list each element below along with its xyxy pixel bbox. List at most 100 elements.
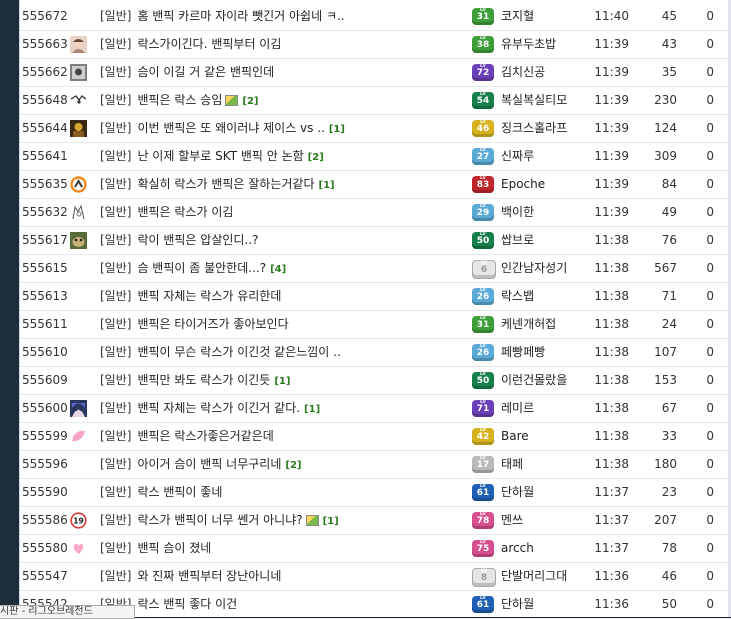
table-row[interactable]: 555617 [일반] 락이 밴픽은 압살인디..? 50 쌉브로11:38 76 0 bbox=[20, 227, 731, 255]
table-row[interactable]: 555580 [일반] 밴픽 슴이 졌네 75 arcch11:37 78 0 bbox=[20, 535, 731, 563]
author-name[interactable]: 코지혈 bbox=[501, 3, 601, 30]
post-title-cell[interactable]: [일반] 슴이 이길 거 같은 밴픽인데 bbox=[100, 59, 470, 86]
post-title-cell[interactable]: [일반] 확실히 락스가 밴픽은 잘하는거같다 [1] bbox=[100, 171, 470, 198]
post-title-cell[interactable]: [일반] 락스가이긴다. 밴픽부터 이김 bbox=[100, 31, 470, 58]
post-title-cell[interactable]: [일반] 홈 밴픽 카르마 자이라 뺏긴거 아쉽네 ㅋ.. bbox=[100, 3, 470, 30]
table-row[interactable]: 555641 [일반] 난 이제 할부로 SKT 밴픽 안 논함 [2] 27 신짜루11… bbox=[20, 143, 731, 171]
comment-count[interactable]: [2] bbox=[285, 460, 301, 471]
comment-count[interactable]: [1] bbox=[319, 180, 335, 191]
comment-count[interactable]: [1] bbox=[274, 376, 290, 387]
post-category[interactable]: [일반] bbox=[100, 9, 131, 23]
post-category[interactable]: [일반] bbox=[100, 373, 131, 387]
post-category[interactable]: [일반] bbox=[100, 401, 131, 415]
post-category[interactable]: [일반] bbox=[100, 345, 131, 359]
post-title-link[interactable]: 락스가이긴다. 밴픽부터 이김 bbox=[137, 37, 281, 51]
post-title-cell[interactable]: [일반] 이번 밴픽은 또 왜이러냐 제이스 vs .. [1] bbox=[100, 115, 470, 142]
table-row[interactable]: 555596 [일반] 아이거 슴이 밴픽 너무구리네 [2] 17 태페11:38 180… bbox=[20, 451, 731, 479]
post-title-link[interactable]: 확실히 락스가 밴픽은 잘하는거같다 bbox=[137, 177, 314, 191]
table-row[interactable]: 555611 [일반] 밴픽은 타이거즈가 좋아보인다 31 케넨개허접11:38 24 0 bbox=[20, 311, 731, 339]
author-name[interactable]: 이런건몰랐을 bbox=[501, 367, 601, 394]
comment-count[interactable]: [1] bbox=[329, 124, 345, 135]
post-title-cell[interactable]: [일반] 아이거 슴이 밴픽 너무구리네 [2] bbox=[100, 451, 470, 478]
post-title-link[interactable]: 밴픽은 타이거즈가 좋아보인다 bbox=[137, 317, 288, 331]
author-name[interactable]: 김치신공 bbox=[501, 59, 601, 86]
post-title-cell[interactable]: [일반] 밴픽은 타이거즈가 좋아보인다 bbox=[100, 311, 470, 338]
post-title-link[interactable]: 아이거 슴이 밴픽 너무구리네 bbox=[137, 457, 281, 471]
author-name[interactable]: 태페 bbox=[501, 451, 601, 478]
table-row[interactable]: 555547 [일반] 와 진짜 밴픽부터 장난아니네 8 단발머리그대11:36 46 0 bbox=[20, 563, 731, 591]
post-title-link[interactable]: 밴픽 슴이 졌네 bbox=[137, 541, 211, 555]
comment-count[interactable]: [2] bbox=[308, 152, 324, 163]
post-title-cell[interactable]: [일반] 락스가 밴픽이 너무 쎈거 아니냐? [1] bbox=[100, 507, 470, 534]
post-title-link[interactable]: 밴픽은 락스 승임 bbox=[137, 93, 222, 107]
post-title-link[interactable]: 난 이제 할부로 SKT 밴픽 안 논함 bbox=[137, 149, 303, 163]
post-title-link[interactable]: 홈 밴픽 카르마 자이라 뺏긴거 아쉽네 ㅋ.. bbox=[137, 9, 344, 23]
author-name[interactable]: 신짜루 bbox=[501, 143, 601, 170]
post-title-link[interactable]: 슴 밴픽이 좀 불안한데...? bbox=[137, 261, 266, 275]
post-title-link[interactable]: 슴이 이길 거 같은 밴픽인데 bbox=[137, 65, 274, 79]
author-name[interactable]: 락스뱁 bbox=[501, 283, 601, 310]
post-title-link[interactable]: 이번 밴픽은 또 왜이러냐 제이스 vs .. bbox=[137, 121, 324, 135]
post-title-cell[interactable]: [일반] 밴픽만 봐도 락스가 이긴듯 [1] bbox=[100, 367, 470, 394]
post-title-cell[interactable]: [일반] 밴픽 자체는 락스가 유리한데 bbox=[100, 283, 470, 310]
author-name[interactable]: 복실복실티모 bbox=[501, 87, 601, 114]
table-row[interactable]: 555663 [일반] 락스가이긴다. 밴픽부터 이김 38 유부두초밥11:39 43 0 bbox=[20, 31, 731, 59]
post-title-cell[interactable]: [일반] 밴픽이 무슨 락스가 이긴것 같은느낌이 .. bbox=[100, 339, 470, 366]
author-name[interactable]: 멘쓰 bbox=[501, 507, 601, 534]
author-name[interactable]: Epoche bbox=[501, 171, 601, 198]
post-category[interactable]: [일반] bbox=[100, 569, 131, 583]
author-name[interactable]: 레미르 bbox=[501, 395, 601, 422]
post-title-cell[interactable]: [일반] 와 진짜 밴픽부터 장난아니네 bbox=[100, 563, 470, 590]
author-name[interactable]: 유부두초밥 bbox=[501, 31, 601, 58]
post-title-link[interactable]: 락스가 밴픽이 너무 쎈거 아니냐? bbox=[137, 513, 302, 527]
comment-count[interactable]: [1] bbox=[323, 516, 339, 527]
table-row[interactable]: 555586 19 [일반] 락스가 밴픽이 너무 쎈거 아니냐? [1] 78 멘쓰11:… bbox=[20, 507, 731, 535]
table-row[interactable]: 555610[일반]밴픽이 무슨 락스가 이긴것 같은느낌이 ..26페빵페빵1… bbox=[20, 339, 731, 367]
comment-count[interactable]: [2] bbox=[242, 96, 258, 107]
post-category[interactable]: [일반] bbox=[100, 485, 131, 499]
table-row[interactable]: 555632 [일반] 밴픽은 락스가 이김 29 백이한11:39 49 0 bbox=[20, 199, 731, 227]
table-row[interactable]: 555599 [일반] 밴픽은 락스가좋은거같은데 42 Bare11:38 33 0 bbox=[20, 423, 731, 451]
post-title-link[interactable]: 밴픽만 봐도 락스가 이긴듯 bbox=[137, 373, 270, 387]
post-title-cell[interactable]: [일반] 난 이제 할부로 SKT 밴픽 안 논함 [2] bbox=[100, 143, 470, 170]
table-row[interactable]: 555590 [일반] 락스 밴픽이 좋네 61 단하월11:37 23 0 bbox=[20, 479, 731, 507]
author-name[interactable]: 징크스홀라프 bbox=[501, 115, 601, 142]
post-title-link[interactable]: 밴픽 자체는 락스가 이긴거 같다. bbox=[137, 401, 300, 415]
author-name[interactable]: arcch bbox=[501, 535, 601, 562]
table-row[interactable]: 555615 [일반] 슴 밴픽이 좀 불안한데...? [4] 6 인간남자성기11:3… bbox=[20, 255, 731, 283]
author-name[interactable]: 인간남자성기 bbox=[501, 255, 601, 282]
table-row[interactable]: 555609 [일반] 밴픽만 봐도 락스가 이긴듯 [1] 50 이런건몰랐을11:38… bbox=[20, 367, 731, 395]
post-title-cell[interactable]: [일반] 밴픽 슴이 졌네 bbox=[100, 535, 470, 562]
post-title-link[interactable]: 밴픽은 락스가 이김 bbox=[137, 205, 233, 219]
post-category[interactable]: [일반] bbox=[100, 121, 131, 135]
post-category[interactable]: [일반] bbox=[100, 65, 131, 79]
post-category[interactable]: [일반] bbox=[100, 541, 131, 555]
post-title-cell[interactable]: [일반] 밴픽은 락스가 이김 bbox=[100, 199, 470, 226]
post-category[interactable]: [일반] bbox=[100, 177, 131, 191]
comment-count[interactable]: [1] bbox=[304, 404, 320, 415]
table-row[interactable]: 555672 [일반] 홈 밴픽 카르마 자이라 뺏긴거 아쉽네 ㅋ.. 31 코지혈1… bbox=[20, 3, 731, 31]
post-title-cell[interactable]: [일반] 락스 밴픽 좋다 이건 bbox=[100, 591, 470, 618]
comment-count[interactable]: [4] bbox=[270, 264, 286, 275]
post-category[interactable]: [일반] bbox=[100, 93, 131, 107]
table-row[interactable]: 555600 [일반] 밴픽 자체는 락스가 이긴거 같다. [1] 71 레미르11:3… bbox=[20, 395, 731, 423]
post-title-link[interactable]: 밴픽은 락스가좋은거같은데 bbox=[137, 429, 273, 443]
post-title-link[interactable]: 락스 밴픽 좋다 이건 bbox=[137, 597, 237, 611]
post-title-link[interactable]: 밴픽 자체는 락스가 유리한데 bbox=[137, 289, 281, 303]
author-name[interactable]: Bare bbox=[501, 423, 601, 450]
post-title-link[interactable]: 락이 밴픽은 압살인디..? bbox=[137, 233, 258, 247]
post-title-link[interactable]: 와 진짜 밴픽부터 장난아니네 bbox=[137, 569, 281, 583]
table-row[interactable]: 555635 [일반] 확실히 락스가 밴픽은 잘하는거같다 [1] 83 Epoche1… bbox=[20, 171, 731, 199]
post-title-cell[interactable]: [일반] 밴픽 자체는 락스가 이긴거 같다. [1] bbox=[100, 395, 470, 422]
author-name[interactable]: 단발머리그대 bbox=[501, 563, 601, 590]
post-category[interactable]: [일반] bbox=[100, 261, 131, 275]
post-category[interactable]: [일반] bbox=[100, 37, 131, 51]
post-category[interactable]: [일반] bbox=[100, 457, 131, 471]
table-row[interactable]: 555662 [일반] 슴이 이길 거 같은 밴픽인데 72 김치신공11:39 35 0 bbox=[20, 59, 731, 87]
post-category[interactable]: [일반] bbox=[100, 149, 131, 163]
author-name[interactable]: 케넨개허접 bbox=[501, 311, 601, 338]
post-category[interactable]: [일반] bbox=[100, 317, 131, 331]
post-title-cell[interactable]: [일반] 밴픽은 락스가좋은거같은데 bbox=[100, 423, 470, 450]
post-title-cell[interactable]: [일반] 락스 밴픽이 좋네 bbox=[100, 479, 470, 506]
post-title-cell[interactable]: [일반] 슴 밴픽이 좀 불안한데...? [4] bbox=[100, 255, 470, 282]
